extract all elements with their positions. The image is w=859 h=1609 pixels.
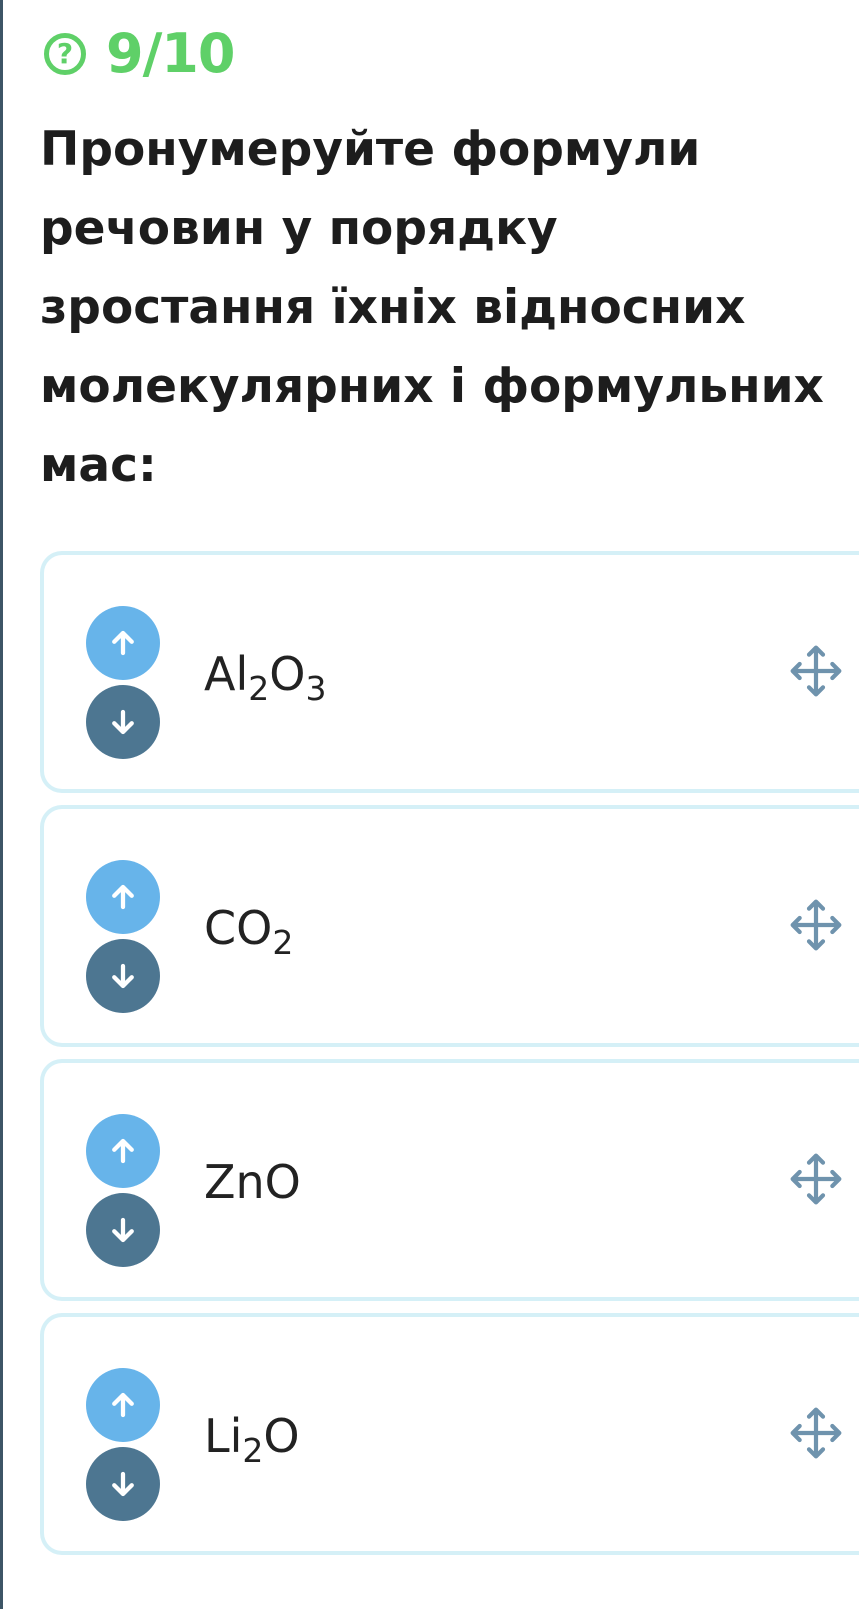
question-counter: ? 9/10 [44,22,235,85]
arrow-down-icon [112,963,134,989]
formula-symbol: ZnO [204,1155,301,1209]
move-down-button[interactable] [86,939,160,1013]
move-icon[interactable] [788,643,844,699]
question-line: Пронумеруйте формули [40,122,701,177]
counter-text: 9/10 [106,22,235,85]
sortable-item-card[interactable]: CO2 [40,805,859,1047]
chemical-formula: ZnO [204,1155,301,1209]
question-line: речовин у порядку [40,201,558,256]
chemical-formula: Li2O [204,1409,300,1467]
arrow-up-icon [112,1392,134,1418]
formula-subscript: 2 [248,669,270,708]
sortable-item-card[interactable]: ZnO [40,1059,859,1301]
arrow-up-icon [112,630,134,656]
arrow-down-icon [112,1217,134,1243]
arrow-down-icon [112,709,134,735]
arrow-down-icon [112,1471,134,1497]
formula-subscript: 2 [272,923,294,962]
formula-symbol: Al [204,647,249,701]
move-up-button[interactable] [86,606,160,680]
formula-symbol: CO [204,901,273,955]
move-up-button[interactable] [86,860,160,934]
formula-symbol: O [269,647,306,701]
formula-subscript: 2 [242,1431,264,1470]
formula-subscript: 3 [305,669,327,708]
question-line: молекулярних і формульних [40,359,824,414]
chemical-formula: CO2 [204,901,293,959]
question-line: зростання їхніх відносних [40,280,746,335]
move-icon[interactable] [788,1405,844,1461]
move-down-button[interactable] [86,685,160,759]
move-icon[interactable] [788,897,844,953]
sortable-item-card[interactable]: Al2O3 [40,551,859,793]
question-circle-icon[interactable]: ? [44,32,86,75]
left-edge-divider [0,0,3,1609]
sortable-item-card[interactable]: Li2O [40,1313,859,1555]
arrow-up-icon [112,1138,134,1164]
move-down-button[interactable] [86,1193,160,1267]
move-icon[interactable] [788,1151,844,1207]
question-line: мас: [40,438,157,493]
move-down-button[interactable] [86,1447,160,1521]
formula-symbol: O [263,1409,300,1463]
arrow-up-icon [112,884,134,910]
move-up-button[interactable] [86,1114,160,1188]
chemical-formula: Al2O3 [204,647,326,705]
move-up-button[interactable] [86,1368,160,1442]
formula-symbol: Li [204,1409,243,1463]
question-text: Пронумеруйте формули речовин у порядку з… [40,110,859,505]
